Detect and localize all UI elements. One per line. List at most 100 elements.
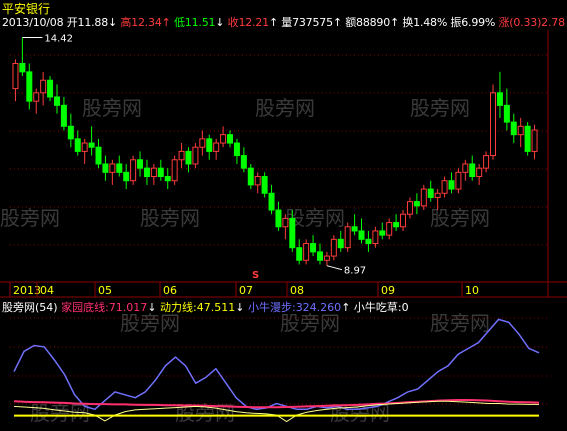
candle-body — [434, 192, 441, 198]
candle-body — [74, 138, 81, 152]
watermark-text: 股旁网 — [430, 311, 490, 335]
candle-body — [275, 209, 282, 228]
indicator-header: 股旁网(54) 家园底线:71.017↓ 动力线:47.511↓ 小牛漫步:32… — [2, 299, 409, 315]
watermark-text: 股旁网 — [82, 96, 142, 120]
candle-body — [372, 230, 379, 245]
candle-body — [517, 125, 524, 136]
candle-body — [282, 217, 289, 228]
candle-body — [420, 188, 427, 207]
candle-body — [67, 125, 74, 140]
min-price-label: 8.97 — [344, 266, 366, 277]
candle-body — [53, 96, 60, 106]
candle-body — [40, 79, 47, 94]
candle-body — [12, 62, 19, 90]
candle-body — [406, 201, 413, 215]
month-label: 05 — [98, 284, 112, 297]
candle-body — [88, 142, 95, 148]
line2-value: 47.511 — [196, 301, 236, 314]
candle-body — [303, 243, 310, 261]
candle-body — [247, 167, 254, 186]
candle-body — [19, 62, 26, 73]
candle-body — [150, 167, 157, 178]
month-label: 10 — [465, 284, 479, 297]
month-label: 08 — [290, 284, 304, 297]
candle-body — [199, 138, 206, 148]
candle-body — [116, 163, 123, 173]
candle-body — [137, 159, 144, 169]
line3-arrow-icon: ↑ — [341, 301, 351, 314]
watermark-text: 股旁网 — [410, 96, 470, 120]
line2-arrow-icon: ↓ — [235, 301, 245, 314]
candle-body — [233, 142, 240, 157]
candle-body — [157, 167, 164, 178]
candle-body — [524, 125, 531, 152]
line1-arrow-icon: ↓ — [147, 301, 157, 314]
month-label: 07 — [239, 284, 253, 297]
min-marker-line — [326, 265, 343, 271]
watermark-text: 股旁网 — [430, 206, 490, 230]
indicator-name: 股旁网 — [2, 301, 35, 314]
candle-body — [102, 163, 109, 173]
candle-body — [171, 159, 178, 182]
candle-body — [496, 92, 503, 106]
candle-body — [289, 217, 296, 249]
candle-body — [310, 243, 317, 253]
candle-body — [393, 222, 400, 228]
candle-body — [483, 155, 490, 169]
candle-body — [33, 92, 40, 102]
candle-body — [206, 138, 213, 152]
candle-body — [185, 150, 192, 165]
candle-body — [469, 163, 476, 178]
candle-body — [60, 104, 67, 127]
line4-label: 小牛吃草: — [353, 301, 402, 314]
watermark-layer: 股旁网 股旁网 股旁网股旁网 股旁网 股旁网 股旁网股旁网 股旁网 股旁网股旁网 股旁网 股旁网 — [0, 96, 490, 425]
indicator-param: (54) — [35, 301, 58, 314]
candle-body — [26, 71, 33, 102]
candle-body — [316, 251, 323, 261]
candle-body — [164, 176, 171, 182]
month-label: 09 — [381, 284, 395, 297]
candle-body — [413, 201, 420, 207]
line3-label: 小牛漫步: — [247, 301, 296, 314]
line1-label: 家园底线: — [61, 301, 109, 314]
candle-body — [358, 230, 365, 240]
candle-body — [455, 171, 462, 190]
candle-body — [213, 142, 220, 152]
candle-body — [130, 159, 137, 182]
candle-body — [268, 192, 275, 211]
candle-body — [240, 155, 247, 169]
candle-body — [143, 167, 150, 178]
candle-body — [510, 121, 517, 136]
candle-body — [220, 134, 227, 144]
candle-body — [254, 176, 261, 186]
candle-body — [178, 150, 185, 161]
candle-body — [462, 163, 469, 173]
candle-body — [490, 92, 497, 157]
candle-body — [296, 247, 303, 261]
candle-body — [441, 180, 448, 194]
candle-body — [386, 222, 393, 236]
line2-label: 动力线: — [160, 301, 197, 314]
candle-body — [427, 188, 434, 198]
candles-layer — [12, 37, 538, 266]
candle-body — [365, 238, 372, 245]
month-label: 06 — [163, 284, 177, 297]
candle-body — [109, 163, 116, 173]
candle-body — [448, 180, 455, 190]
line3-value: 324.260 — [295, 301, 342, 314]
candle-body — [227, 134, 234, 144]
candlestick-chart[interactable]: 股旁网 股旁网 股旁网股旁网 股旁网 股旁网 股旁网股旁网 股旁网 股旁网股旁网 股旁网 股旁网 … — [0, 0, 567, 431]
sell-signal-mark: S — [252, 270, 259, 281]
candle-body — [531, 129, 538, 152]
candle-body — [323, 255, 330, 261]
watermark-text: 股旁网 — [0, 206, 60, 230]
candle-body — [330, 238, 337, 257]
candle-body — [476, 167, 483, 178]
watermark-text: 股旁网 — [140, 206, 200, 230]
line1-value: 71.017 — [108, 301, 148, 314]
max-price-label: 14.42 — [44, 34, 73, 45]
month-label: 04 — [40, 284, 54, 297]
candle-body — [95, 146, 102, 165]
candle-body — [123, 171, 130, 182]
candle-body — [351, 226, 358, 232]
